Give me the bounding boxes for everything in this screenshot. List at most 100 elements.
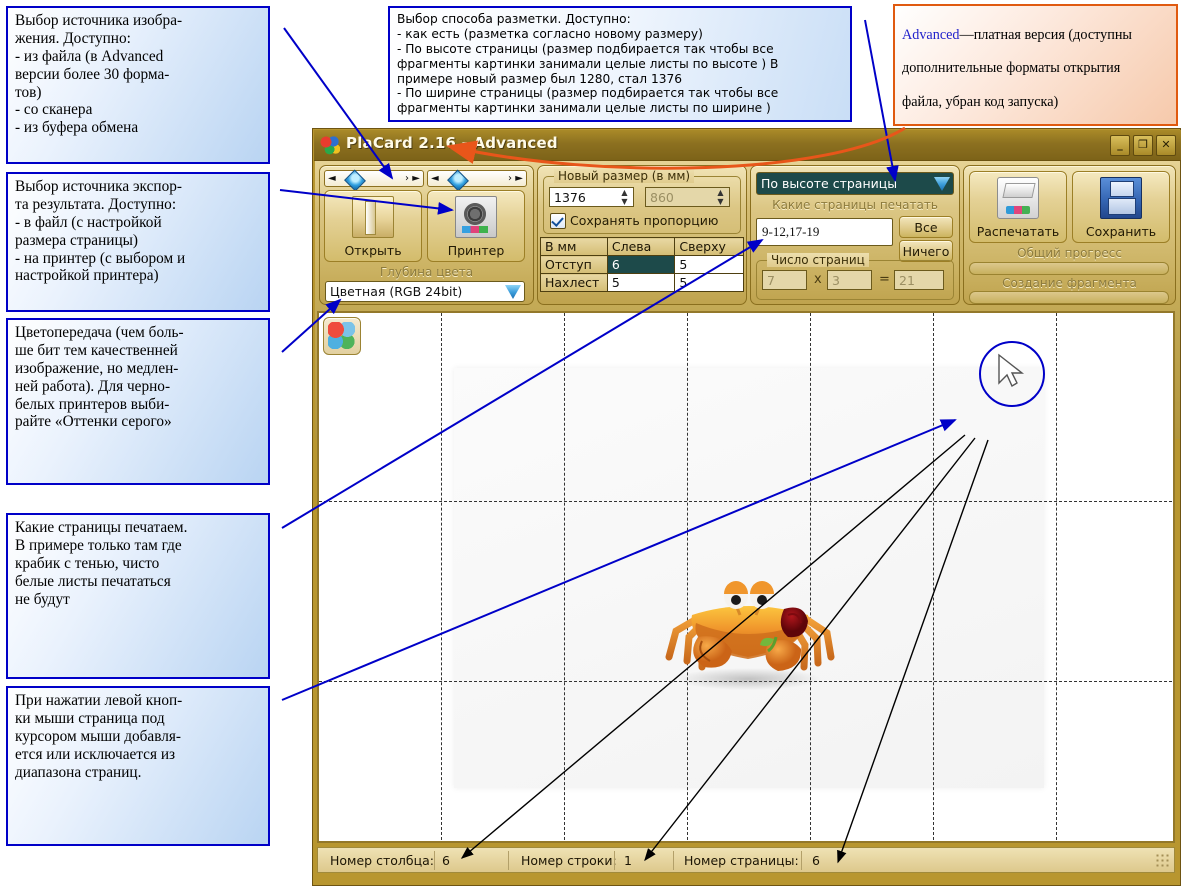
layout-mode-combo[interactable]: По высоте страницы: [756, 172, 954, 195]
grid-line-vertical: [1056, 313, 1057, 841]
layout-mode-value: По высоте страницы: [761, 176, 898, 191]
folder-icon: [352, 196, 394, 238]
slider-left-arrow-icon[interactable]: ◄: [431, 173, 439, 184]
advanced-desc2: дополнительные форматы открытия: [902, 60, 1121, 77]
rows-count-value: 3: [832, 273, 840, 288]
cursor-zoom-circle: [979, 341, 1045, 407]
select-none-pages-button[interactable]: Ничего: [899, 240, 953, 262]
width-spinner[interactable]: 1376 ▲ ▼: [549, 187, 634, 207]
minimize-button[interactable]: _: [1110, 135, 1130, 156]
row-label: Номер строки:: [521, 853, 617, 868]
printer-button[interactable]: Принтер: [427, 190, 525, 262]
callout-color-depth: Цветопередача (чем боль- ше бит тем каче…: [6, 318, 270, 485]
slider-thumb[interactable]: [447, 169, 469, 192]
slider-left-arrow-icon[interactable]: ◄: [328, 173, 336, 184]
pages-range-value: 9-12,17-19: [762, 224, 820, 239]
page-count-fieldset: Число страниц 7 x 3 = 21: [756, 253, 954, 300]
row-label-nahlest: Нахлест: [540, 273, 608, 292]
size-panel: Новый размер (в мм) 1376 ▲ ▼ 860 ▲ ▼ Сохра…: [537, 165, 747, 305]
close-button[interactable]: ✕: [1156, 135, 1176, 156]
grid-line-vertical: [441, 313, 442, 841]
column-label: Номер столбца:: [330, 853, 434, 868]
save-button-label: Сохранить: [1085, 224, 1157, 239]
otstup-left-value[interactable]: 6: [606, 255, 676, 274]
app-badge-icon[interactable]: [323, 317, 361, 355]
preview-canvas[interactable]: [317, 311, 1175, 843]
fragment-progress-bar: [969, 291, 1169, 304]
callout-which-pages: Какие страницы печатаем. В примере тольк…: [6, 513, 270, 679]
otstup-top-value[interactable]: 5: [674, 255, 744, 274]
advanced-keyword: Advanced: [902, 26, 960, 43]
rows-count-field: 3: [827, 270, 872, 290]
multiply-symbol: x: [814, 272, 822, 287]
width-stepper-icon[interactable]: ▲ ▼: [618, 189, 631, 206]
window-controls: _ ❐ ✕: [1110, 135, 1176, 156]
advanced-desc3: файла, убран код запуска): [902, 93, 1059, 110]
slider-end-arrow-icon[interactable]: ►: [412, 173, 420, 184]
page-count-group-label: Число страниц: [767, 253, 869, 267]
equals-symbol: =: [879, 272, 890, 287]
printer-button-label: Принтер: [447, 243, 505, 258]
columns-count-value: 7: [767, 273, 775, 288]
chevron-down-icon[interactable]: [934, 177, 950, 191]
height-spinner[interactable]: 860 ▲ ▼: [645, 187, 730, 207]
grid-line-vertical: [564, 313, 565, 841]
resize-grip-icon[interactable]: [1155, 853, 1171, 869]
crab-image: [665, 581, 835, 690]
header-unit: В мм: [540, 237, 608, 256]
table-row: Нахлест 5 5: [540, 273, 744, 292]
overall-progress-bar: [969, 262, 1169, 275]
select-all-pages-button[interactable]: Все: [899, 216, 953, 238]
floppy-disk-icon: [1100, 177, 1142, 219]
color-depth-value: Цветная (RGB 24bit): [330, 284, 463, 299]
nahlest-left-value[interactable]: 5: [606, 273, 676, 292]
nahlest-top-value[interactable]: 5: [674, 273, 744, 292]
window-title: PlaCard 2.16 - Advanced: [346, 134, 558, 152]
table-header-row: В мм Слева Сверху: [540, 237, 744, 256]
page-value: 6: [812, 853, 820, 868]
slider-right-arrow-icon[interactable]: ›: [405, 173, 409, 184]
title-bar[interactable]: PlaCard 2.16 - Advanced _ ❐ ✕: [314, 130, 1181, 161]
width-value: 1376: [554, 190, 586, 205]
open-button[interactable]: Открыть: [324, 190, 422, 262]
callout-versions: Advanced—платная версия (доступны дополн…: [893, 4, 1178, 244]
open-button-label: Открыть: [344, 243, 402, 258]
open-source-slider[interactable]: ◄ › ►: [324, 169, 424, 192]
new-size-group-label: Новый размер (в мм): [554, 169, 695, 183]
mouse-cursor-icon: [998, 353, 1025, 388]
output-panel: Распечатать Сохранить Общий прогресс Соз…: [963, 165, 1176, 305]
height-stepper-icon[interactable]: ▲ ▼: [714, 189, 727, 206]
chevron-down-icon[interactable]: [505, 285, 521, 299]
advanced-desc: —платная версия (доступны: [959, 26, 1132, 43]
status-bar: Номер столбца: 6 Номер строки: 1 Номер с…: [317, 847, 1175, 873]
source-panel: ◄ › ► ◄ › ► Открыть Принтер Глубина цвет…: [319, 165, 534, 305]
slider-end-arrow-icon[interactable]: ►: [515, 173, 523, 184]
new-size-fieldset: Новый размер (в мм) 1376 ▲ ▼ 860 ▲ ▼ Сохра…: [543, 169, 741, 234]
app-logo-icon: [320, 135, 340, 155]
columns-count-field: 7: [762, 270, 807, 290]
fragment-progress-label: Создание фрагмента: [1002, 276, 1137, 290]
grid-line-horizontal: [319, 501, 1173, 502]
color-depth-combo[interactable]: Цветная (RGB 24bit): [325, 281, 525, 302]
color-depth-group-label: Глубина цвета: [379, 265, 474, 279]
column-value: 6: [442, 853, 450, 868]
keep-ratio-label: Сохранять пропорцию: [570, 213, 719, 228]
pages-range-input[interactable]: 9-12,17-19: [756, 218, 893, 246]
slider-right-arrow-icon[interactable]: ›: [508, 173, 512, 184]
grid-line-vertical: [933, 313, 934, 841]
printer-source-slider[interactable]: ◄ › ►: [427, 169, 527, 192]
table-row: Отступ 6 5: [540, 255, 744, 274]
maximize-button[interactable]: ❐: [1133, 135, 1153, 156]
margins-table: В мм Слева Сверху Отступ 6 5 Нахлест 5 5: [540, 237, 744, 292]
callout-image-source: Выбор источника изобра- жения. Доступно:…: [6, 6, 270, 164]
print-button-label: Распечатать: [976, 224, 1060, 239]
slider-thumb[interactable]: [344, 169, 366, 192]
save-button[interactable]: Сохранить: [1072, 171, 1170, 243]
keep-ratio-checkbox[interactable]: [550, 213, 566, 229]
print-button[interactable]: Распечатать: [969, 171, 1067, 243]
which-pages-label: Какие страницы печатать: [772, 198, 938, 212]
printer-icon: [997, 177, 1039, 219]
total-pages-value: 21: [899, 273, 915, 288]
pages-panel: По высоте страницы Какие страницы печата…: [750, 165, 960, 305]
row-value: 1: [624, 853, 632, 868]
